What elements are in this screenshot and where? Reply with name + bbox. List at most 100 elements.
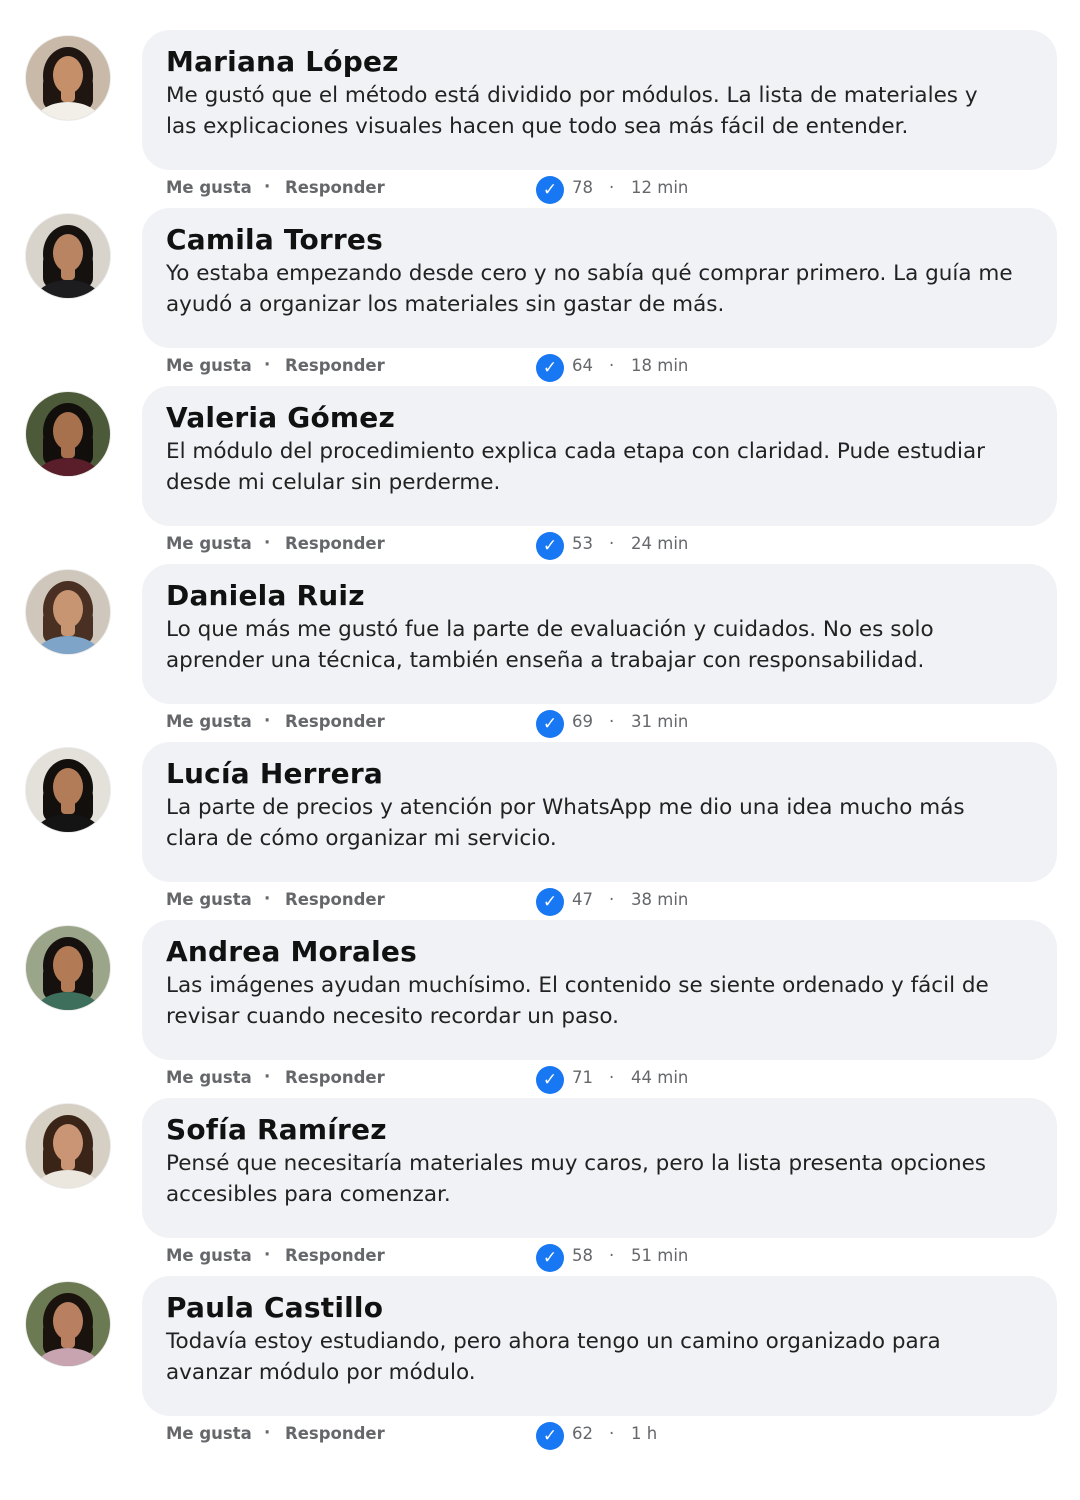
avatar-image [26, 1104, 110, 1188]
comment-time: 24 min [631, 534, 689, 553]
comment-author[interactable]: Camila Torres [166, 222, 1033, 258]
avatar[interactable] [26, 214, 110, 298]
comment-time: 1 h [631, 1424, 658, 1443]
avatar[interactable] [26, 926, 110, 1010]
reply-button[interactable]: Responder [285, 356, 385, 375]
comment-actions: Me gusta · Responder ✓ 64 · 18 min [166, 354, 766, 382]
comment-author[interactable]: Mariana López [166, 44, 1033, 80]
reaction-count[interactable]: 69 [572, 712, 593, 731]
comment: Mariana López Me gustó que el método est… [0, 30, 1080, 208]
verified-check-icon: ✓ [536, 532, 564, 560]
verified-check-icon: ✓ [536, 354, 564, 382]
reaction-count[interactable]: 64 [572, 356, 593, 375]
avatar[interactable] [26, 570, 110, 654]
comment-time: 31 min [631, 712, 689, 731]
comment-bubble: Camila Torres Yo estaba empezando desde … [142, 208, 1057, 348]
comment-time: 38 min [631, 890, 689, 909]
separator-dot: · [609, 1424, 615, 1443]
avatar[interactable] [26, 748, 110, 832]
comment-text: Yo estaba empezando desde cero y no sabí… [166, 261, 1013, 317]
comment: Valeria Gómez El módulo del procedimient… [0, 386, 1080, 564]
verified-check-icon: ✓ [536, 710, 564, 738]
comment-author[interactable]: Valeria Gómez [166, 400, 1033, 436]
separator-dot: · [609, 534, 615, 553]
comment-actions: Me gusta · Responder ✓ 58 · 51 min [166, 1244, 766, 1272]
avatar-image [26, 36, 110, 120]
comment-actions: Me gusta · Responder ✓ 62 · 1 h [166, 1422, 766, 1450]
reply-button[interactable]: Responder [285, 178, 385, 197]
comment-text: Todavía estoy estudiando, pero ahora ten… [166, 1329, 941, 1385]
separator-dot: · [264, 1245, 271, 1264]
avatar-image [26, 214, 110, 298]
comment: Daniela Ruiz Lo que más me gustó fue la … [0, 564, 1080, 742]
avatar[interactable] [26, 36, 110, 120]
comment: Lucía Herrera La parte de precios y aten… [0, 742, 1080, 920]
comment-author[interactable]: Daniela Ruiz [166, 578, 1033, 614]
like-button[interactable]: Me gusta [166, 890, 252, 909]
comment-actions: Me gusta · Responder ✓ 78 · 12 min [166, 176, 766, 204]
verified-check-icon: ✓ [536, 888, 564, 916]
comment-text: Pensé que necesitaría materiales muy car… [166, 1151, 987, 1207]
like-button[interactable]: Me gusta [166, 1424, 252, 1443]
reaction-count[interactable]: 71 [572, 1068, 593, 1087]
reaction-count[interactable]: 53 [572, 534, 593, 553]
comment: Paula Castillo Todavía estoy estudiando,… [0, 1276, 1080, 1454]
comment-text: Lo que más me gustó fue la parte de eval… [166, 617, 934, 673]
separator-dot: · [609, 890, 615, 909]
comment-time: 51 min [631, 1246, 689, 1265]
separator-dot: · [609, 712, 615, 731]
reaction-count[interactable]: 47 [572, 890, 593, 909]
comment-author[interactable]: Lucía Herrera [166, 756, 1033, 792]
reply-button[interactable]: Responder [285, 1068, 385, 1087]
separator-dot: · [264, 1067, 271, 1086]
comment-bubble: Mariana López Me gustó que el método est… [142, 30, 1057, 170]
comment-time: 18 min [631, 356, 689, 375]
separator-dot: · [609, 178, 615, 197]
reply-button[interactable]: Responder [285, 1424, 385, 1443]
separator-dot: · [609, 1246, 615, 1265]
comment-time: 12 min [631, 178, 689, 197]
like-button[interactable]: Me gusta [166, 534, 252, 553]
like-button[interactable]: Me gusta [166, 1246, 252, 1265]
separator-dot: · [264, 1423, 271, 1442]
reply-button[interactable]: Responder [285, 534, 385, 553]
verified-check-icon: ✓ [536, 1066, 564, 1094]
reaction-count[interactable]: 78 [572, 178, 593, 197]
comment-author[interactable]: Sofía Ramírez [166, 1112, 1033, 1148]
reply-button[interactable]: Responder [285, 890, 385, 909]
verified-check-icon: ✓ [536, 1244, 564, 1272]
comment-bubble: Andrea Morales Las imágenes ayudan muchí… [142, 920, 1057, 1060]
comment: Sofía Ramírez Pensé que necesitaría mate… [0, 1098, 1080, 1276]
avatar[interactable] [26, 1104, 110, 1188]
comment-author[interactable]: Paula Castillo [166, 1290, 1033, 1326]
comment-text: Las imágenes ayudan muchísimo. El conten… [166, 973, 989, 1029]
like-button[interactable]: Me gusta [166, 356, 252, 375]
comment-bubble: Valeria Gómez El módulo del procedimient… [142, 386, 1057, 526]
avatar[interactable] [26, 1282, 110, 1366]
comment-author[interactable]: Andrea Morales [166, 934, 1033, 970]
avatar[interactable] [26, 392, 110, 476]
like-button[interactable]: Me gusta [166, 712, 252, 731]
comments-feed: Mariana López Me gustó que el método est… [0, 0, 1080, 1500]
comment-text: El módulo del procedimiento explica cada… [166, 439, 985, 495]
comment: Andrea Morales Las imágenes ayudan muchí… [0, 920, 1080, 1098]
separator-dot: · [264, 889, 271, 908]
like-button[interactable]: Me gusta [166, 1068, 252, 1087]
comment-actions: Me gusta · Responder ✓ 47 · 38 min [166, 888, 766, 916]
comment-bubble: Paula Castillo Todavía estoy estudiando,… [142, 1276, 1057, 1416]
comment-time: 44 min [631, 1068, 689, 1087]
avatar-image [26, 570, 110, 654]
avatar-image [26, 392, 110, 476]
avatar-image [26, 926, 110, 1010]
separator-dot: · [609, 356, 615, 375]
reply-button[interactable]: Responder [285, 712, 385, 731]
avatar-image [26, 748, 110, 832]
reaction-count[interactable]: 58 [572, 1246, 593, 1265]
comment-text: Me gustó que el método está dividido por… [166, 83, 978, 139]
separator-dot: · [264, 711, 271, 730]
reply-button[interactable]: Responder [285, 1246, 385, 1265]
separator-dot: · [264, 533, 271, 552]
reaction-count[interactable]: 62 [572, 1424, 593, 1443]
verified-check-icon: ✓ [536, 1422, 564, 1450]
like-button[interactable]: Me gusta [166, 178, 252, 197]
